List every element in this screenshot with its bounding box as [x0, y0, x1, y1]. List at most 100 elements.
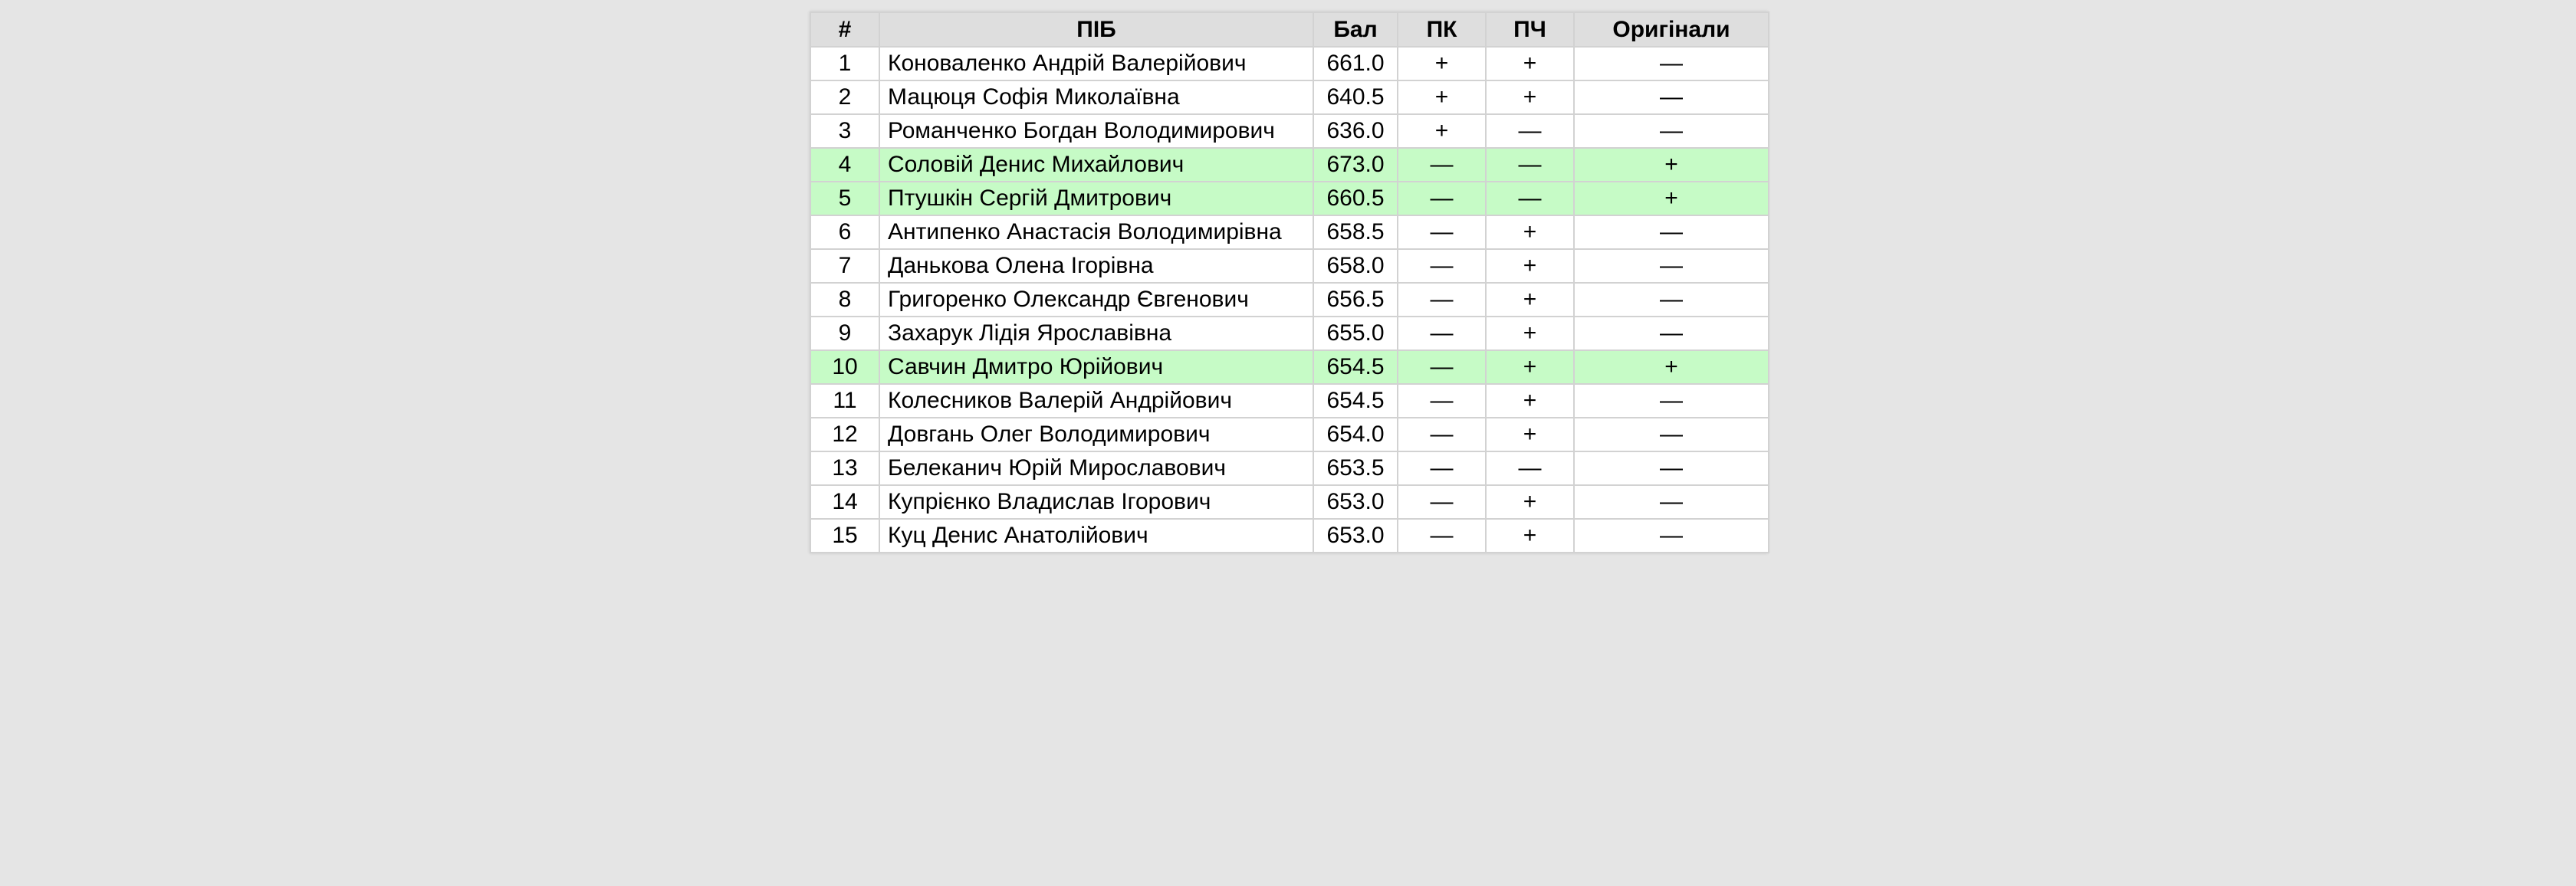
pk-status: + — [1397, 113, 1487, 149]
table-row: 11 Колесников Валерій Андрійович 654.5 —… — [810, 383, 1769, 418]
score: 654.5 — [1313, 383, 1398, 418]
table-row: 15 Куц Денис Анатолійович 653.0 — + — — [810, 518, 1769, 553]
score: 654.5 — [1313, 349, 1398, 385]
pk-status: — — [1397, 417, 1487, 452]
table-row: 8 Григоренко Олександр Євгенович 656.5 —… — [810, 282, 1769, 317]
applicant-name: Соловій Денис Михайлович — [879, 147, 1314, 182]
table-row: 2 Мацюця Софія Миколаївна 640.5 + + — — [810, 80, 1769, 115]
table-row: 1 Коноваленко Андрій Валерійович 661.0 +… — [810, 46, 1769, 81]
pch-status: + — [1485, 349, 1575, 385]
pk-status: — — [1397, 316, 1487, 351]
originals-status: — — [1573, 518, 1769, 553]
row-number: 1 — [810, 46, 880, 81]
applicant-name: Захарук Лідія Ярославівна — [879, 316, 1314, 351]
applicant-name: Довгань Олег Володимирович — [879, 417, 1314, 452]
row-number: 5 — [810, 181, 880, 216]
originals-status: + — [1573, 181, 1769, 216]
pch-status: + — [1485, 215, 1575, 250]
row-number: 13 — [810, 451, 880, 486]
pk-status: — — [1397, 248, 1487, 284]
score: 655.0 — [1313, 316, 1398, 351]
score: 661.0 — [1313, 46, 1398, 81]
row-number: 11 — [810, 383, 880, 418]
originals-status: — — [1573, 383, 1769, 418]
originals-status: + — [1573, 349, 1769, 385]
pch-status: + — [1485, 417, 1575, 452]
applicant-name: Данькова Олена Ігорівна — [879, 248, 1314, 284]
column-header-number[interactable]: # — [810, 11, 880, 48]
originals-status: — — [1573, 80, 1769, 115]
score: 636.0 — [1313, 113, 1398, 149]
pch-status: + — [1485, 484, 1575, 520]
originals-status: — — [1573, 316, 1769, 351]
pch-status: + — [1485, 248, 1575, 284]
pk-status: + — [1397, 80, 1487, 115]
applicant-name: Коноваленко Андрій Валерійович — [879, 46, 1314, 81]
column-header-full-name[interactable]: ПІБ — [879, 11, 1314, 48]
originals-status: — — [1573, 113, 1769, 149]
score: 673.0 — [1313, 147, 1398, 182]
row-number: 4 — [810, 147, 880, 182]
column-header-score[interactable]: Бал — [1313, 11, 1398, 48]
applicant-name: Белеканич Юрій Мирославович — [879, 451, 1314, 486]
table-row: 9 Захарук Лідія Ярославівна 655.0 — + — — [810, 316, 1769, 351]
originals-status: — — [1573, 46, 1769, 81]
table-row: 3 Романченко Богдан Володимирович 636.0 … — [810, 113, 1769, 149]
pk-status: — — [1397, 282, 1487, 317]
pk-status: — — [1397, 484, 1487, 520]
score: 656.5 — [1313, 282, 1398, 317]
score: 653.0 — [1313, 518, 1398, 553]
pk-status: — — [1397, 383, 1487, 418]
applicant-name: Куц Денис Анатолійович — [879, 518, 1314, 553]
pch-status: + — [1485, 80, 1575, 115]
row-number: 14 — [810, 484, 880, 520]
pch-status: — — [1485, 181, 1575, 216]
table-row: 14 Купрієнко Владислав Ігорович 653.0 — … — [810, 484, 1769, 520]
originals-status: — — [1573, 282, 1769, 317]
score: 653.0 — [1313, 484, 1398, 520]
table-row: 12 Довгань Олег Володимирович 654.0 — + … — [810, 417, 1769, 452]
table-row: 7 Данькова Олена Ігорівна 658.0 — + — — [810, 248, 1769, 284]
score: 653.5 — [1313, 451, 1398, 486]
pch-status: — — [1485, 113, 1575, 149]
header-row: # ПІБ Бал ПК ПЧ Оригінали — [810, 11, 1769, 48]
pch-status: + — [1485, 518, 1575, 553]
applicant-name: Колесников Валерій Андрійович — [879, 383, 1314, 418]
score: 660.5 — [1313, 181, 1398, 216]
score: 640.5 — [1313, 80, 1398, 115]
row-number: 2 — [810, 80, 880, 115]
table-row-highlighted: 5 Птушкін Сергій Дмитрович 660.5 — — + — [810, 181, 1769, 216]
applicant-name: Антипенко Анастасія Володимирівна — [879, 215, 1314, 250]
column-header-pch[interactable]: ПЧ — [1485, 11, 1575, 48]
score: 658.0 — [1313, 248, 1398, 284]
applicant-name: Романченко Богдан Володимирович — [879, 113, 1314, 149]
ranking-table: # ПІБ Бал ПК ПЧ Оригінали 1 Коноваленко … — [810, 11, 1769, 553]
pk-status: + — [1397, 46, 1487, 81]
applicant-name: Григоренко Олександр Євгенович — [879, 282, 1314, 317]
pk-status: — — [1397, 518, 1487, 553]
table-row: 13 Белеканич Юрій Мирославович 653.5 — —… — [810, 451, 1769, 486]
pk-status: — — [1397, 147, 1487, 182]
column-header-pk[interactable]: ПК — [1397, 11, 1487, 48]
ranking-table-container: # ПІБ Бал ПК ПЧ Оригінали 1 Коноваленко … — [810, 11, 1769, 553]
table-row-highlighted: 10 Савчин Дмитро Юрійович 654.5 — + + — [810, 349, 1769, 385]
row-number: 10 — [810, 349, 880, 385]
originals-status: — — [1573, 417, 1769, 452]
table-row: 6 Антипенко Анастасія Володимирівна 658.… — [810, 215, 1769, 250]
row-number: 6 — [810, 215, 880, 250]
table-header: # ПІБ Бал ПК ПЧ Оригінали — [810, 11, 1769, 48]
column-header-originals[interactable]: Оригінали — [1573, 11, 1769, 48]
row-number: 12 — [810, 417, 880, 452]
score: 658.5 — [1313, 215, 1398, 250]
pch-status: — — [1485, 451, 1575, 486]
originals-status: — — [1573, 248, 1769, 284]
originals-status: — — [1573, 451, 1769, 486]
pk-status: — — [1397, 349, 1487, 385]
table-body: 1 Коноваленко Андрій Валерійович 661.0 +… — [810, 46, 1769, 553]
applicant-name: Савчин Дмитро Юрійович — [879, 349, 1314, 385]
applicant-name: Купрієнко Владислав Ігорович — [879, 484, 1314, 520]
pk-status: — — [1397, 451, 1487, 486]
row-number: 3 — [810, 113, 880, 149]
row-number: 8 — [810, 282, 880, 317]
score: 654.0 — [1313, 417, 1398, 452]
